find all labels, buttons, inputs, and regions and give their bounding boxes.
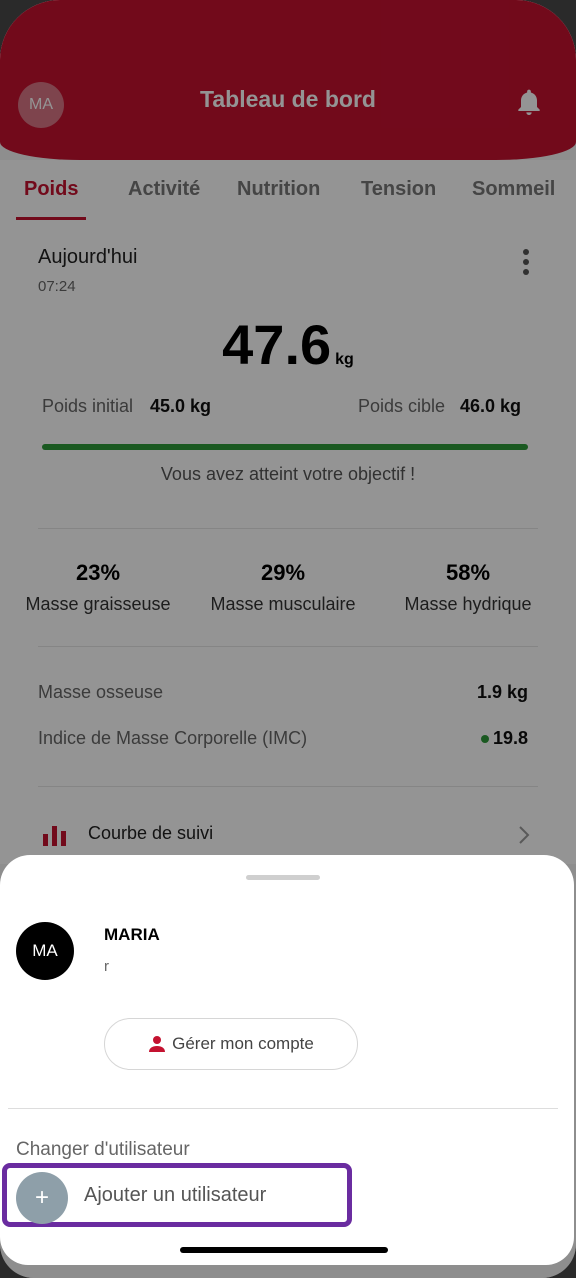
add-icon[interactable]: + <box>16 1172 68 1224</box>
divider <box>8 1108 558 1109</box>
manage-account-button[interactable]: Gérer mon compte <box>104 1018 358 1070</box>
user-avatar: MA <box>16 922 74 980</box>
sheet-drag-handle[interactable] <box>246 875 320 880</box>
person-icon <box>149 1036 166 1052</box>
phone-screen: MA Tableau de bord Poids Activité Nutrit… <box>0 0 576 1278</box>
user-name: MARIA <box>104 925 160 944</box>
user-subtitle: r <box>104 958 109 975</box>
manage-account-label: Gérer mon compte <box>172 1034 314 1053</box>
home-indicator[interactable] <box>180 1247 388 1253</box>
add-user-label[interactable]: Ajouter un utilisateur <box>84 1184 266 1207</box>
switch-user-label: Changer d'utilisateur <box>16 1139 190 1160</box>
